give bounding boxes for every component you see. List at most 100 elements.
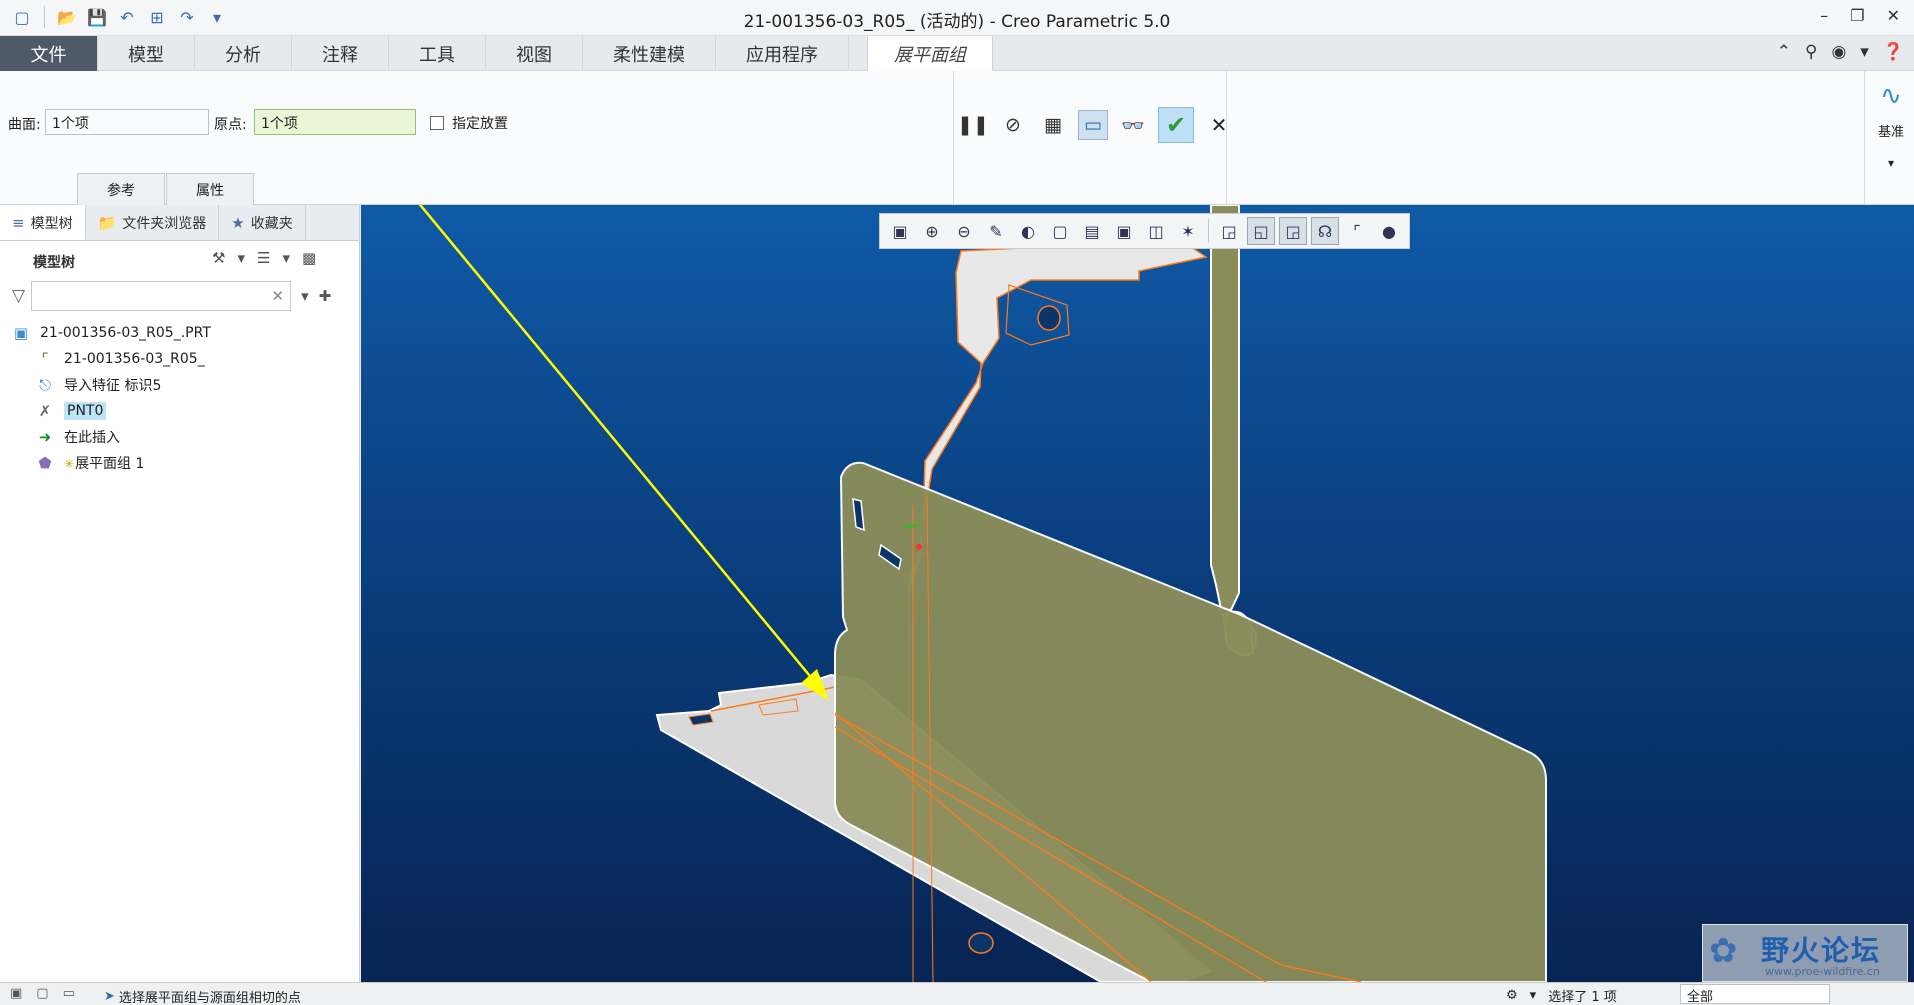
message-arrow-icon: ➤ xyxy=(104,989,115,1004)
tab-applications[interactable]: 应用程序 xyxy=(716,36,849,71)
spin-center-icon[interactable]: ✶ xyxy=(1174,217,1202,245)
tree-search-input[interactable]: ✕ xyxy=(31,281,292,311)
fullscreen-icon[interactable]: ▭ xyxy=(63,986,75,1001)
tree-item-part[interactable]: ▣ 21-001356-03_R05_.PRT xyxy=(12,320,352,346)
axis-display-icon[interactable]: ◲ xyxy=(1279,217,1307,245)
tab-favorites[interactable]: ★ 收藏夹 xyxy=(219,205,306,240)
repaint-icon[interactable]: ✎ xyxy=(982,217,1010,245)
perspective-icon[interactable]: ▣ xyxy=(1110,217,1138,245)
tree-filter-options-icon[interactable]: ▩ xyxy=(302,249,316,267)
ribbon-divider-3 xyxy=(1864,71,1865,205)
toolbar-separator xyxy=(1208,219,1209,243)
no-preview-icon[interactable]: ⊘ xyxy=(998,110,1028,140)
restore-button[interactable]: ❐ xyxy=(1850,6,1864,25)
tab-model-tree[interactable]: ≡ 模型树 xyxy=(0,205,86,240)
show-list-icon[interactable]: ☰ xyxy=(257,249,270,267)
navigator-toggle-icon[interactable]: ▣ xyxy=(10,986,22,1001)
help-icon[interactable]: ❓ xyxy=(1883,42,1904,62)
tree-filter-row: ▽ ✕ ▾ ✚ xyxy=(12,281,331,311)
collapse-ribbon-icon[interactable]: ⌃ xyxy=(1777,42,1791,62)
surface-collector[interactable]: 1个项 xyxy=(45,109,209,135)
community-icon[interactable]: ◉ xyxy=(1831,42,1846,62)
dashboard-controls: ❚❚ ⊘ ▦ ▭ 👓 ✔ ✕ xyxy=(957,107,1234,143)
tab-references[interactable]: 参考 xyxy=(77,173,165,205)
navigator-tabs: ≡ 模型树 📁 文件夹浏览器 ★ 收藏夹 xyxy=(0,205,359,241)
saved-orientations-icon[interactable]: ▢ xyxy=(1046,217,1074,245)
preview-geometry-icon[interactable]: ▦ xyxy=(1038,110,1068,140)
section-icon[interactable]: ◫ xyxy=(1142,217,1170,245)
appearance-sphere-icon[interactable]: ● xyxy=(1375,217,1403,245)
tree-item-flatten-quilt[interactable]: ⬟ ✳展平面组 1 xyxy=(12,450,352,476)
tab-annotate[interactable]: 注释 xyxy=(292,36,389,71)
tab-view[interactable]: 视图 xyxy=(486,36,583,71)
datum-dropdown-icon[interactable]: ▾ xyxy=(1868,156,1914,170)
insert-arrow-icon: ➜ xyxy=(38,428,52,446)
datum-group[interactable]: ∿ 基准 ▾ xyxy=(1868,81,1914,170)
glasses-icon[interactable]: 👓 xyxy=(1118,110,1148,140)
dropdown-chevron-icon[interactable]: ▾ xyxy=(1860,42,1869,62)
smart-select-dropdown-icon[interactable]: ▾ xyxy=(1530,988,1537,1003)
search-dropdown-icon[interactable]: ▾ xyxy=(301,287,309,305)
selection-filter-dropdown[interactable]: 全部 xyxy=(1680,984,1830,1005)
tab-analysis[interactable]: 分析 xyxy=(195,36,292,71)
title-bar: ▢ 📂 💾 ↶ ⊞ ↷ ▾ 21-001356-03_R05_ (活动的) - … xyxy=(0,0,1914,36)
tree-item-import[interactable]: ⎋ 导入特征 标识5 xyxy=(12,372,352,398)
annotation-display-icon[interactable]: ◱ xyxy=(1247,217,1275,245)
graphics-toolbar: ▣ ⊕ ⊖ ✎ ◐ ▢ ▤ ▣ ◫ ✶ ◲ ◱ ◲ ☊ ⌜ ● xyxy=(879,213,1410,249)
close-window-button[interactable]: ✕ xyxy=(1887,6,1900,25)
tab-model[interactable]: 模型 xyxy=(98,36,195,71)
tree-item-csys[interactable]: ⌜ 21-001356-03_R05_ xyxy=(12,346,352,372)
cancel-x-button[interactable]: ✕ xyxy=(1204,110,1234,140)
point-display-icon[interactable]: ☊ xyxy=(1311,217,1339,245)
minimize-button[interactable]: – xyxy=(1820,6,1828,25)
csys-display-icon[interactable]: ⌜ xyxy=(1343,217,1371,245)
tab-properties[interactable]: 属性 xyxy=(166,173,254,205)
tab-model-tree-label: 模型树 xyxy=(30,215,73,232)
smart-select-icon[interactable]: ⚙ xyxy=(1506,988,1518,1003)
origin-label: 原点: xyxy=(214,117,247,133)
tab-file[interactable]: 文件 xyxy=(0,36,98,71)
origin-collector[interactable]: 1个项 xyxy=(254,109,416,135)
status-right: ⚙ ▾ 选择了 1 项 xyxy=(1506,986,1617,1005)
tab-folder-browser[interactable]: 📁 文件夹浏览器 xyxy=(86,205,220,240)
specify-placement-checkbox[interactable]: 指定放置 xyxy=(430,113,508,133)
flatten-quilt-icon: ⬟ xyxy=(38,454,52,472)
checkbox-box[interactable] xyxy=(430,116,444,130)
datum-curve-icon: ∿ xyxy=(1880,81,1902,111)
browser-toggle-icon[interactable]: ▢ xyxy=(36,986,48,1001)
callout-arrow-line xyxy=(418,205,820,688)
verify-mode-icon[interactable]: ▭ xyxy=(1078,110,1108,140)
tree-item-label: 21-001356-03_R05_ xyxy=(64,351,205,367)
refit-icon[interactable]: ▣ xyxy=(886,217,914,245)
tree-item-point[interactable]: ✗ PNT0 xyxy=(12,398,352,424)
tab-flatten-quilt[interactable]: 展平面组 xyxy=(867,36,993,71)
settings-dropdown-icon[interactable]: ▾ xyxy=(237,249,245,267)
zoom-in-icon[interactable]: ⊕ xyxy=(918,217,946,245)
watermark-text: 野火论坛 xyxy=(1761,934,1882,967)
pause-icon[interactable]: ❚❚ xyxy=(957,110,989,140)
view-manager-icon[interactable]: ▤ xyxy=(1078,217,1106,245)
tree-item-insert-here[interactable]: ➜ 在此插入 xyxy=(12,424,352,450)
graphics-viewport[interactable]: ▣ ⊕ ⊖ ✎ ◐ ▢ ▤ ▣ ◫ ✶ ◲ ◱ ◲ ☊ ⌜ ● ✿ 野火论坛 w… xyxy=(361,205,1914,982)
tree-item-label: 在此插入 xyxy=(64,430,120,446)
ribbon-divider-2 xyxy=(1226,71,1227,205)
tab-flexible-modeling[interactable]: 柔性建模 xyxy=(583,36,716,71)
tab-tools[interactable]: 工具 xyxy=(389,36,486,71)
watermark-url: www.proe-wildfire.cn xyxy=(1765,965,1880,978)
tab-folder-browser-label: 文件夹浏览器 xyxy=(122,215,207,232)
watermark-logo-icon: ✿ xyxy=(1709,931,1738,971)
display-style-icon[interactable]: ◐ xyxy=(1014,217,1042,245)
show-dropdown-icon[interactable]: ▾ xyxy=(282,249,290,267)
add-icon[interactable]: ✚ xyxy=(319,287,332,305)
origin-point xyxy=(916,544,922,550)
clear-search-icon[interactable]: ✕ xyxy=(272,287,285,305)
search-icon[interactable]: ⚲ xyxy=(1805,42,1817,62)
surface-label: 曲面: xyxy=(8,117,41,133)
zoom-out-icon[interactable]: ⊖ xyxy=(950,217,978,245)
filter-funnel-icon[interactable]: ▽ xyxy=(12,286,25,306)
tree-item-label: 导入特征 标识5 xyxy=(64,378,162,394)
settings-tools-icon[interactable]: ⚒ xyxy=(212,249,225,267)
plane-display-icon[interactable]: ◲ xyxy=(1215,217,1243,245)
ok-checkmark-button[interactable]: ✔ xyxy=(1158,107,1194,143)
model-tree: ▣ 21-001356-03_R05_.PRT ⌜ 21-001356-03_R… xyxy=(12,320,352,476)
